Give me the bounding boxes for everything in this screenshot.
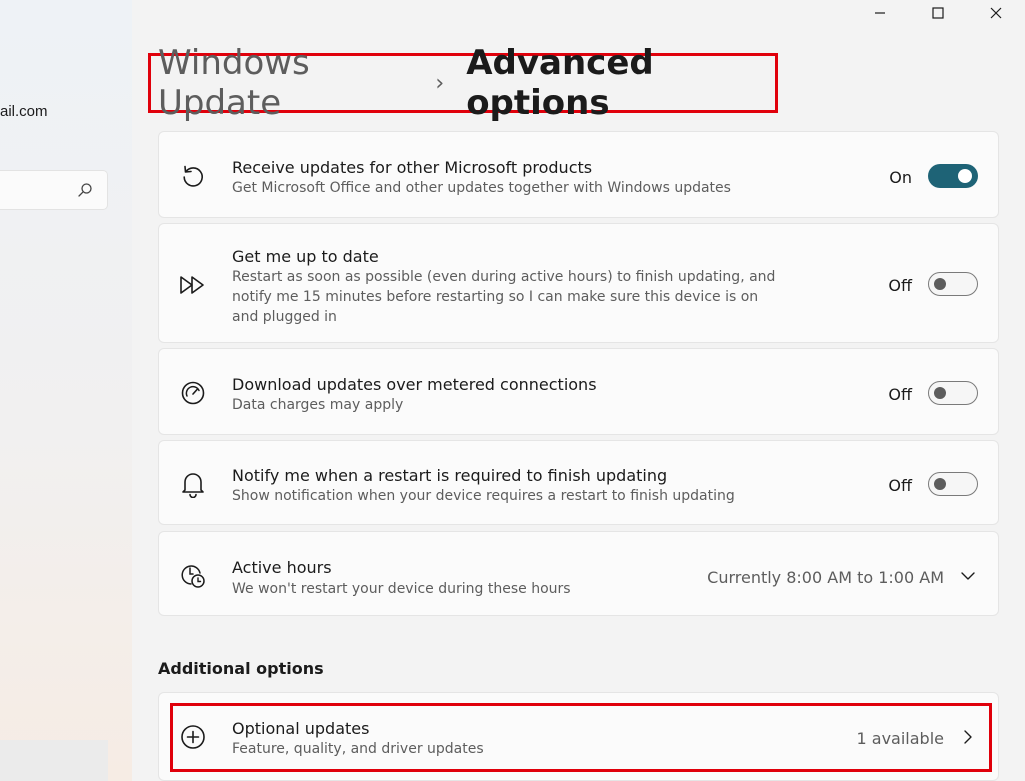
setting-receive-updates: Receive updates for other Microsoft prod…	[158, 131, 999, 218]
setting-description: We won't restart your device during thes…	[232, 581, 571, 597]
chevron-down-icon	[961, 572, 975, 580]
toggle-knob	[958, 169, 972, 183]
setting-title: Active hours	[232, 558, 332, 577]
metered-toggle[interactable]	[928, 381, 978, 405]
setting-title: Download updates over metered connection…	[232, 375, 597, 394]
chevron-right-icon	[964, 730, 972, 744]
optional-updates-item[interactable]: Optional updates Feature, quality, and d…	[158, 692, 999, 781]
bell-icon	[179, 470, 207, 498]
setting-metered-connections: Download updates over metered connection…	[158, 348, 999, 435]
setting-title: Receive updates for other Microsoft prod…	[232, 158, 593, 177]
main-content: Windows Update › Advanced options Receiv…	[132, 0, 1025, 781]
setting-description: Get Microsoft Office and other updates t…	[232, 180, 731, 196]
breadcrumb-windows-update[interactable]: Windows Update	[158, 43, 415, 123]
breadcrumb-separator: ›	[435, 70, 445, 96]
toggle-state-label: Off	[888, 276, 912, 295]
notify-restart-toggle[interactable]	[928, 472, 978, 496]
sidebar-selected-item[interactable]	[0, 740, 108, 781]
gauge-icon	[179, 379, 207, 407]
breadcrumb: Windows Update › Advanced options	[148, 43, 778, 123]
setting-title: Notify me when a restart is required to …	[232, 466, 668, 485]
plus-circle-icon	[179, 723, 207, 751]
setting-get-up-to-date: Get me up to date Restart as soon as pos…	[158, 223, 999, 343]
setting-title: Optional updates	[232, 719, 370, 738]
page-title: Advanced options	[466, 43, 654, 123]
minimize-icon	[875, 12, 885, 14]
toggle-state-label: Off	[888, 476, 912, 495]
close-icon	[990, 7, 1002, 19]
setting-description-line-1: Restart as soon as possible (even during…	[232, 269, 776, 285]
toggle-knob	[934, 478, 946, 490]
fast-forward-icon	[179, 271, 207, 299]
setting-active-hours[interactable]: Active hours We won't restart your devic…	[158, 531, 999, 616]
search-input[interactable]	[0, 170, 108, 210]
toggle-state-label: Off	[888, 385, 912, 404]
optional-updates-count: 1 available	[856, 729, 944, 748]
active-hours-value: Currently 8:00 AM to 1:00 AM	[707, 568, 944, 587]
minimize-button[interactable]	[851, 0, 909, 26]
toggle-state-label: On	[889, 168, 912, 187]
setting-title: Get me up to date	[232, 247, 379, 266]
maximize-button[interactable]	[909, 0, 967, 26]
window-controls	[851, 0, 1025, 26]
setting-description-line-3: and plugged in	[232, 309, 337, 325]
additional-options-heading: Additional options	[158, 659, 324, 678]
refresh-icon	[179, 162, 207, 190]
receive-updates-toggle[interactable]	[928, 164, 978, 188]
setting-description-line-2: notify me 15 minutes before restarting s…	[232, 289, 759, 305]
maximize-icon	[932, 7, 944, 19]
toggle-knob	[934, 278, 946, 290]
setting-notify-restart: Notify me when a restart is required to …	[158, 440, 999, 525]
setting-description: Feature, quality, and driver updates	[232, 741, 484, 757]
setting-description: Show notification when your device requi…	[232, 488, 735, 504]
close-button[interactable]	[967, 0, 1025, 26]
toggle-knob	[934, 387, 946, 399]
account-email: ail.com	[0, 103, 48, 120]
get-up-to-date-toggle[interactable]	[928, 272, 978, 296]
sidebar: ail.com	[0, 0, 132, 781]
clock-icon	[179, 562, 207, 590]
setting-description: Data charges may apply	[232, 397, 404, 413]
search-icon	[78, 183, 92, 197]
